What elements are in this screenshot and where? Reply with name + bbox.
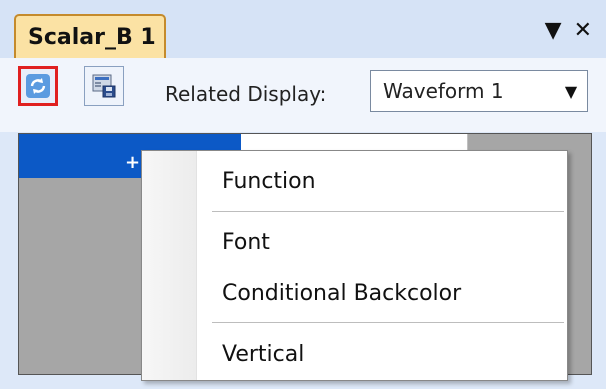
tab-strip: Scalar_B 1 ▼ ✕ [0,0,606,59]
chevron-down-icon[interactable]: ▼ [555,82,587,101]
display-header-cell [241,134,468,150]
plus-icon: + [125,152,141,173]
tab-scalar-b1[interactable]: Scalar_B 1 [14,14,166,59]
close-icon[interactable]: ✕ [574,20,592,42]
scalar-panel: Scalar_B 1 ▼ ✕ Related Display: Waveform… [0,0,606,389]
menu-item-font[interactable]: Font [142,220,567,264]
menu-item-label: Conditional Backcolor [222,280,462,306]
menu-separator [212,211,564,212]
pin-dropdown-icon[interactable]: ▼ [545,20,562,42]
menu-separator [212,322,564,323]
menu-item-conditional-backcolor[interactable]: Conditional Backcolor [142,271,567,315]
tab-title: Scalar_B 1 [28,25,156,50]
window-controls: ▼ ✕ [545,20,592,42]
context-menu: Function Font Conditional Backcolor Vert… [141,150,568,381]
related-display-value: Waveform 1 [383,79,504,103]
menu-item-label: Font [222,229,270,255]
refresh-icon [26,74,50,98]
menu-item-label: Function [222,168,316,194]
menu-item-function[interactable]: Function [142,159,567,203]
related-display-select[interactable]: Waveform 1 ▼ [370,70,588,112]
menu-item-vertical[interactable]: Vertical [142,332,567,376]
save-display-icon [92,74,116,98]
related-display-label: Related Display: [165,82,327,106]
toolbar: Related Display: Waveform 1 ▼ [0,58,606,132]
save-display-button[interactable] [84,66,124,106]
menu-item-label: Vertical [222,341,305,367]
refresh-button[interactable] [18,66,58,106]
